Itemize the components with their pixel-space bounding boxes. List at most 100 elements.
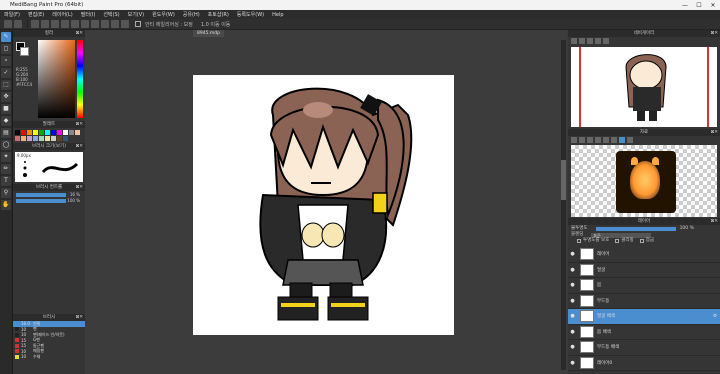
menu-item[interactable]: 필터(I) xyxy=(81,11,96,18)
clipping-checkbox[interactable] xyxy=(615,239,620,243)
palette-swatch[interactable] xyxy=(15,136,20,141)
layer-row[interactable]: ● 레이어0 xyxy=(568,356,720,371)
palette-swatch[interactable] xyxy=(21,136,26,141)
flip-icon[interactable] xyxy=(603,38,609,44)
palette-swatch[interactable] xyxy=(45,136,50,141)
vertical-scrollbar[interactable] xyxy=(561,40,566,370)
visibility-icon[interactable]: ● xyxy=(568,267,577,273)
panel-close-icon[interactable]: ⊠✕ xyxy=(710,129,718,136)
close-button[interactable]: ✕ xyxy=(706,2,720,9)
palette-swatch[interactable] xyxy=(39,130,44,135)
rotate-icon[interactable] xyxy=(595,38,601,44)
select-pen-icon[interactable]: ✏ xyxy=(1,164,11,174)
redo-icon[interactable] xyxy=(14,20,22,28)
palette-swatch[interactable] xyxy=(63,136,68,141)
reference-image[interactable] xyxy=(571,145,717,217)
select-tool-icon[interactable]: ⬚ xyxy=(1,80,11,90)
zoom-in-icon[interactable] xyxy=(587,137,593,143)
palette-swatch[interactable] xyxy=(51,136,56,141)
panel-close-icon[interactable]: ⊠✕ xyxy=(75,30,83,37)
saturation-value-area[interactable] xyxy=(38,40,75,118)
snap-off-icon[interactable] xyxy=(61,20,69,28)
brush-list-item[interactable]: 10 수채 xyxy=(13,354,85,360)
layer-row[interactable]: ● 얼굴 xyxy=(568,263,720,278)
deselect-icon[interactable] xyxy=(41,20,49,28)
palette-swatch[interactable] xyxy=(63,130,68,135)
lock-checkbox[interactable] xyxy=(639,239,644,243)
flip-icon[interactable] xyxy=(611,137,617,143)
zoom-out-icon[interactable] xyxy=(579,38,585,44)
undo-icon[interactable] xyxy=(4,20,12,28)
snap-circle-icon[interactable] xyxy=(101,20,109,28)
layer-row[interactable]: ● 무드등 배색 xyxy=(568,340,720,356)
panel-close-icon[interactable]: ⊠✕ xyxy=(75,143,83,150)
menu-item[interactable]: 공유(H) xyxy=(183,11,200,18)
menu-item[interactable]: 파일(F) xyxy=(4,11,20,18)
visibility-icon[interactable]: ● xyxy=(568,298,577,304)
zoom-in-icon[interactable] xyxy=(571,38,577,44)
secondary-color-swatch[interactable] xyxy=(20,47,29,56)
menu-item[interactable]: 레이어(L) xyxy=(52,11,73,18)
snap-settings-icon[interactable] xyxy=(121,20,129,28)
invert-icon[interactable] xyxy=(51,20,59,28)
panel-close-icon[interactable]: ⊠✕ xyxy=(710,218,718,225)
minimize-button[interactable]: — xyxy=(678,2,692,9)
close-image-icon[interactable] xyxy=(579,137,585,143)
select-all-icon[interactable] xyxy=(31,20,39,28)
visibility-icon[interactable]: ● xyxy=(568,282,577,288)
gradient-tool-icon[interactable]: ▤ xyxy=(1,128,11,138)
menu-item[interactable]: 편집(E) xyxy=(28,11,44,18)
palette-swatch[interactable] xyxy=(27,130,32,135)
visibility-icon[interactable]: ● xyxy=(568,360,577,366)
palette-swatch[interactable] xyxy=(33,130,38,135)
document-tab[interactable]: 8945.mdp xyxy=(193,30,224,37)
protect-alpha-checkbox[interactable] xyxy=(577,239,581,243)
rotate-icon[interactable] xyxy=(603,137,609,143)
brush-tool-icon[interactable]: ✎ xyxy=(1,32,11,42)
dot-tool-icon[interactable]: ∘ xyxy=(1,56,11,66)
text-tool-icon[interactable]: T xyxy=(1,176,11,186)
layer-row[interactable]: ● 레이어 xyxy=(568,247,720,263)
fit-icon[interactable] xyxy=(627,137,633,143)
bucket-tool-icon[interactable]: ◆ xyxy=(1,116,11,126)
menu-item[interactable]: Help xyxy=(272,12,283,18)
brush-size-slider[interactable]: 16 % xyxy=(16,192,80,197)
zoom-out-icon[interactable] xyxy=(595,137,601,143)
palette-swatch[interactable] xyxy=(57,136,62,141)
maximize-button[interactable]: ☐ xyxy=(692,2,706,9)
scrollbar-thumb[interactable] xyxy=(561,160,566,200)
gear-icon[interactable]: ⚙ xyxy=(713,314,717,319)
antialias-checkbox[interactable] xyxy=(135,21,141,27)
layer-opacity-slider[interactable] xyxy=(595,227,676,231)
visibility-icon[interactable]: ● xyxy=(568,313,577,319)
palette-swatch[interactable] xyxy=(39,136,44,141)
visibility-icon[interactable]: ● xyxy=(568,251,577,257)
palette-swatch[interactable] xyxy=(69,130,74,135)
palette-swatch[interactable] xyxy=(45,130,50,135)
panel-close-icon[interactable]: ⊠✕ xyxy=(75,314,83,321)
panel-close-icon[interactable]: ⊠✕ xyxy=(710,30,718,37)
check-tool-icon[interactable]: ✓ xyxy=(1,68,11,78)
eyedropper-icon[interactable]: ⚲ xyxy=(1,188,11,198)
layer-row[interactable]: ● 얼굴 배색 ⚙ xyxy=(568,309,720,325)
menu-item[interactable]: 보기(V) xyxy=(128,11,145,18)
palette-swatch[interactable] xyxy=(33,136,38,141)
move-tool-icon[interactable]: ✥ xyxy=(1,92,11,102)
open-image-icon[interactable] xyxy=(571,137,577,143)
hue-slider[interactable] xyxy=(77,40,83,118)
menu-item[interactable]: 윈도우(W) xyxy=(152,11,175,18)
fit-icon[interactable] xyxy=(587,38,593,44)
palette-swatch[interactable] xyxy=(75,130,80,135)
layer-row[interactable]: ● 몸 xyxy=(568,278,720,294)
lasso-tool-icon[interactable]: ◯ xyxy=(1,140,11,150)
palette-swatch[interactable] xyxy=(21,130,26,135)
palette-swatch[interactable] xyxy=(27,136,32,141)
visibility-icon[interactable]: ● xyxy=(568,344,577,350)
snap-parallel-icon[interactable] xyxy=(71,20,79,28)
navigator-preview[interactable] xyxy=(571,47,717,127)
panel-close-icon[interactable]: ⊠✕ xyxy=(75,121,83,128)
drawing-canvas[interactable] xyxy=(193,75,454,335)
palette-swatch[interactable] xyxy=(57,130,62,135)
magic-wand-icon[interactable]: ✦ xyxy=(1,152,11,162)
palette-swatch[interactable] xyxy=(51,130,56,135)
